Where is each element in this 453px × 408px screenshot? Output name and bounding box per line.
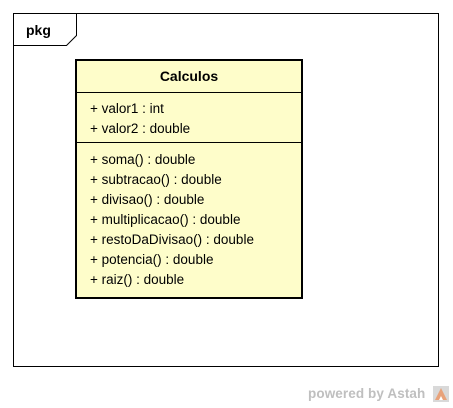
- package-tab: pkg: [13, 13, 77, 46]
- operation-restodadivisao: + restoDaDivisao() : double: [90, 232, 254, 247]
- class-name: Calculos: [77, 61, 301, 93]
- operation-soma: + soma() : double: [90, 152, 196, 167]
- astah-logo-icon: [433, 386, 449, 402]
- operation-potencia: + potencia() : double: [90, 252, 214, 267]
- package-label: pkg: [26, 22, 51, 38]
- operation-multiplicacao: + multiplicacao() : double: [90, 212, 241, 227]
- operation-subtracao: + subtracao() : double: [90, 172, 222, 187]
- attribute-valor1: + valor1 : int: [90, 101, 164, 116]
- attribute-valor2: + valor2 : double: [90, 121, 191, 136]
- attributes-compartment: + valor1 : int + valor2 : double: [77, 93, 301, 143]
- powered-by-text: powered by Astah: [308, 386, 426, 401]
- operations-compartment: + soma() : double + subtracao() : double…: [77, 143, 301, 290]
- operation-divisao: + divisao() : double: [90, 192, 205, 207]
- class-box-calculos[interactable]: Calculos + valor1 : int + valor2 : doubl…: [75, 59, 303, 299]
- operation-raiz: + raiz() : double: [90, 272, 185, 287]
